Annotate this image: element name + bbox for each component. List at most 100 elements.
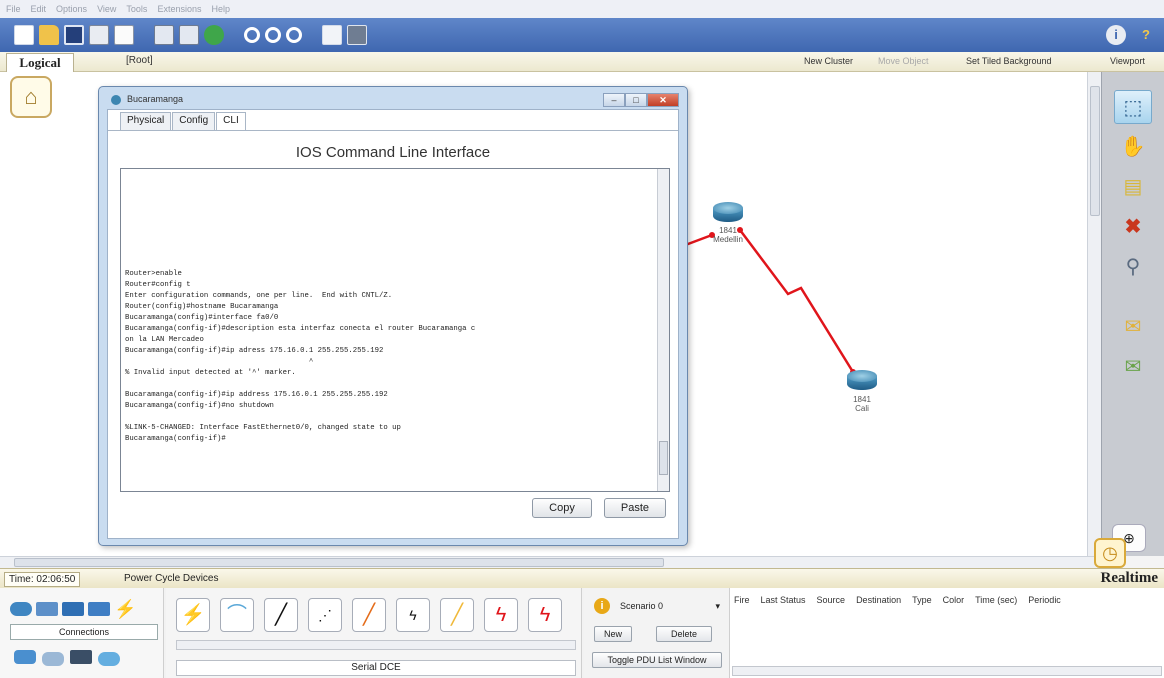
zoom-out-icon[interactable] [286, 27, 302, 43]
activity-wizard-icon[interactable] [114, 25, 134, 45]
cli-line: on la LAN Mercadeo [125, 336, 204, 344]
connections-category-icon[interactable]: ⚡ [114, 600, 136, 618]
serial-dce-icon[interactable]: ϟ [484, 598, 518, 632]
switches-category-icon[interactable] [36, 602, 58, 616]
root-breadcrumb[interactable]: [Root] [126, 55, 153, 66]
close-button[interactable]: ✕ [647, 93, 679, 107]
router-medellin[interactable] [713, 202, 743, 224]
device-model: 1841 [853, 395, 871, 404]
custom-devices-icon[interactable] [347, 25, 367, 45]
tab-cli[interactable]: CLI [216, 112, 246, 130]
cli-scrollbar[interactable] [657, 169, 669, 491]
hand-icon[interactable]: ✋ [1114, 130, 1152, 164]
delete-icon[interactable]: ✖ [1114, 210, 1152, 244]
column-source[interactable]: Source [817, 595, 846, 605]
console-icon[interactable]: ⌒ [220, 598, 254, 632]
delete-scenario-button[interactable]: Delete [656, 626, 712, 642]
copy-icon[interactable] [154, 25, 174, 45]
undo-icon[interactable] [204, 25, 224, 45]
menu-options[interactable]: Options [56, 4, 87, 14]
paste-button[interactable]: Paste [604, 498, 666, 518]
open-icon[interactable] [39, 25, 59, 45]
menu-help[interactable]: Help [211, 4, 230, 14]
note-icon[interactable]: ▤ [1114, 170, 1152, 204]
scroll-thumb[interactable] [14, 558, 664, 567]
new-icon[interactable] [14, 25, 34, 45]
realtime-clock-icon[interactable]: ◷ [1094, 538, 1126, 568]
paste-icon[interactable] [179, 25, 199, 45]
tab-config[interactable]: Config [172, 112, 216, 130]
straight-through-icon[interactable]: ╱ [264, 598, 298, 632]
logical-tab[interactable]: Logical [6, 53, 74, 72]
column-color[interactable]: Color [943, 595, 965, 605]
canvas-vertical-scrollbar[interactable] [1087, 72, 1101, 556]
hubs-category-icon[interactable] [62, 602, 84, 616]
add-simple-pdu-icon[interactable]: ✉ [1114, 310, 1152, 344]
copy-button[interactable]: Copy [532, 498, 592, 518]
wireless-category-icon[interactable] [88, 602, 110, 616]
phone-icon[interactable]: ϟ [396, 598, 430, 632]
new-scenario-button[interactable]: New [594, 626, 632, 642]
zoom-in-icon[interactable] [244, 27, 260, 43]
column-destination[interactable]: Destination [856, 595, 901, 605]
cli-line: Bucaramanga(config-if)#no shutdown [125, 402, 274, 410]
fiber-icon[interactable]: ╱ [352, 598, 386, 632]
serial-dte-icon[interactable]: ϟ [528, 598, 562, 632]
end-devices-category-icon[interactable] [14, 650, 36, 664]
wan-emulation-category-icon[interactable] [42, 652, 64, 666]
column-periodic[interactable]: Periodic [1028, 595, 1061, 605]
cli-output[interactable]: Router>enable Router#config t Enter config… [125, 269, 653, 489]
column-type[interactable]: Type [912, 595, 932, 605]
menu-extensions[interactable]: Extensions [157, 4, 201, 14]
print-icon[interactable] [89, 25, 109, 45]
cli-line: Bucaramanga(config-if)#ip address 175.16… [125, 391, 388, 399]
scenario-select[interactable]: Scenario 0 ▾ [618, 598, 722, 614]
move-object-button[interactable]: Move Object [878, 56, 929, 66]
router-cali[interactable] [847, 370, 877, 392]
tab-physical[interactable]: Physical [120, 112, 172, 130]
add-complex-pdu-icon[interactable]: ✉ [1114, 350, 1152, 384]
router-icon [111, 95, 121, 105]
minimize-button[interactable]: – [603, 93, 625, 107]
maximize-button[interactable]: □ [625, 93, 647, 107]
cli-line: Router>enable [125, 270, 182, 278]
cli-console[interactable]: Router>enable Router#config t Enter config… [120, 168, 670, 492]
menu-tools[interactable]: Tools [126, 4, 147, 14]
new-cluster-button[interactable]: New Cluster [804, 56, 853, 66]
cli-line: ^ [125, 358, 314, 366]
scroll-thumb[interactable] [659, 441, 668, 475]
drawing-palette-icon[interactable] [322, 25, 342, 45]
column-time[interactable]: Time (sec) [975, 595, 1017, 605]
pdu-scrollbar[interactable] [732, 666, 1162, 676]
save-icon[interactable] [64, 25, 84, 45]
connection-types-panel: ⚡ ⌒ ╱ ⋰ ╱ ϟ ╱ ϟ ϟ Serial DCE [166, 588, 582, 678]
common-tools-bar: ⬚ ✋ ▤ ✖ ⚲ ✉ ✉ [1101, 72, 1164, 556]
coaxial-icon[interactable]: ╱ [440, 598, 474, 632]
connection-scrollbar[interactable] [176, 640, 576, 650]
help-icon[interactable]: ? [1136, 25, 1156, 45]
routers-category-icon[interactable] [10, 602, 32, 616]
toggle-pdu-list-button[interactable]: Toggle PDU List Window [592, 652, 722, 668]
info-icon[interactable]: i [1106, 25, 1126, 45]
automatic-icon[interactable]: ⚡ [176, 598, 210, 632]
menu-edit[interactable]: Edit [31, 4, 47, 14]
column-fire[interactable]: Fire [734, 595, 750, 605]
set-tiled-background-button[interactable]: Set Tiled Background [966, 56, 1052, 66]
menu-file[interactable]: File [6, 4, 21, 14]
scenario-value: Scenario 0 [620, 601, 664, 611]
scenario-info-icon[interactable]: i [594, 598, 610, 614]
viewport-button[interactable]: Viewport [1110, 56, 1145, 66]
power-cycle-devices-button[interactable]: Power Cycle Devices [124, 573, 218, 584]
select-icon[interactable]: ⬚ [1114, 90, 1152, 124]
zoom-reset-icon[interactable] [265, 27, 281, 43]
multiuser-category-icon[interactable] [98, 652, 120, 666]
scroll-thumb[interactable] [1090, 86, 1100, 216]
canvas-horizontal-scrollbar[interactable] [0, 556, 1101, 568]
inspect-icon[interactable]: ⚲ [1114, 250, 1152, 284]
crossover-icon[interactable]: ⋰ [308, 598, 342, 632]
router-medellin-label: 1841 Medellin [698, 226, 758, 244]
menu-view[interactable]: View [97, 4, 116, 14]
realtime-mode-tab[interactable]: Realtime [1101, 570, 1158, 587]
custom-devices-category-icon[interactable] [70, 650, 92, 664]
column-last-status[interactable]: Last Status [761, 595, 806, 605]
